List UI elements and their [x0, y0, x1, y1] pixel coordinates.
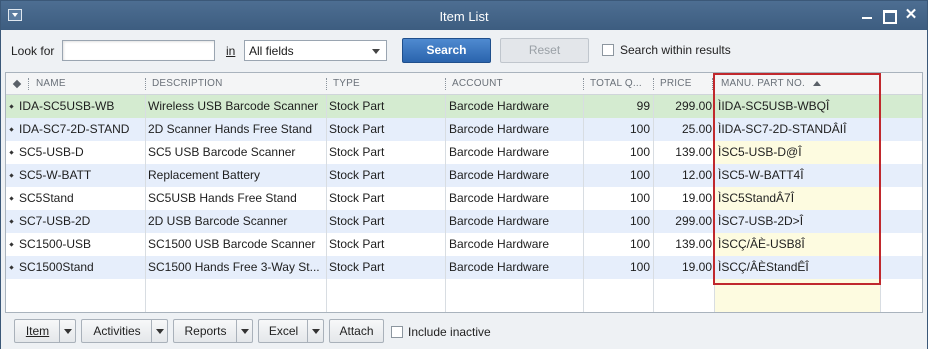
name-cell: SC5Stand [19, 191, 74, 205]
activities-menu-button[interactable]: Activities [81, 319, 168, 343]
row-bullet-icon [9, 150, 14, 155]
field-select[interactable]: All fields [244, 40, 387, 61]
item-menu-button[interactable]: Item [14, 319, 76, 343]
reports-button-label: Reports [184, 324, 227, 338]
look-for-label: Look for [11, 44, 55, 58]
excel-menu-button[interactable]: Excel [258, 319, 324, 343]
name-cell: SC1500Stand [19, 260, 94, 274]
chevron-down-icon[interactable] [59, 320, 75, 342]
price-cell: 139.00 [675, 237, 712, 251]
column-header-account[interactable]: ACCOUNT [446, 73, 580, 95]
account-cell: Barcode Hardware [449, 99, 550, 113]
qty-cell: 100 [629, 122, 650, 136]
description-cell: 2D USB Barcode Scanner [148, 214, 288, 228]
price-cell: 19.00 [681, 191, 712, 205]
price-cell: 299.00 [675, 214, 712, 228]
row-bullet-icon [9, 242, 14, 247]
name-cell: IDA-SC7-2D-STAND [19, 122, 130, 136]
qty-cell: 100 [629, 191, 650, 205]
type-cell: Stock Part [329, 168, 385, 182]
description-cell: 2D Scanner Hands Free Stand [148, 122, 313, 136]
name-cell: SC7-USB-2D [19, 214, 91, 228]
account-cell: Barcode Hardware [449, 191, 550, 205]
row-bullet-icon [9, 196, 14, 201]
type-cell: Stock Part [329, 260, 385, 274]
column-header-description[interactable]: DESCRIPTION [146, 73, 324, 95]
activities-button-label: Activities [93, 324, 141, 338]
item-button-label: Item [25, 324, 50, 338]
price-cell: 12.00 [681, 168, 712, 182]
search-toolbar: Look for in All fields Search Reset Sear… [1, 30, 927, 72]
type-cell: Stock Part [329, 237, 385, 251]
chevron-down-icon[interactable] [307, 320, 323, 342]
description-cell: Replacement Battery [148, 168, 261, 182]
search-within-results-checkbox[interactable] [602, 44, 614, 56]
attach-button[interactable]: Attach [329, 319, 384, 343]
row-bullet-icon [9, 127, 14, 132]
account-cell: Barcode Hardware [449, 214, 550, 228]
qty-cell: 100 [629, 260, 650, 274]
look-for-input[interactable] [62, 40, 215, 61]
price-cell: 25.00 [681, 122, 712, 136]
column-header-name[interactable]: NAME [30, 73, 142, 95]
qty-cell: 99 [636, 99, 650, 113]
type-cell: Stock Part [329, 99, 385, 113]
description-cell: Wireless USB Barcode Scanner [148, 99, 319, 113]
sort-diamond-icon[interactable] [12, 79, 22, 89]
qty-cell: 100 [629, 237, 650, 251]
price-cell: 299.00 [675, 99, 712, 113]
row-bullet-icon [9, 104, 14, 109]
minimize-icon[interactable] [859, 7, 875, 23]
column-header-total-qty[interactable]: TOTAL Q... [584, 73, 652, 95]
reset-button[interactable]: Reset [500, 38, 589, 63]
chevron-down-icon [372, 49, 380, 54]
price-cell: 19.00 [681, 260, 712, 274]
account-cell: Barcode Hardware [449, 260, 550, 274]
search-within-results-label: Search within results [620, 43, 731, 57]
account-cell: Barcode Hardware [449, 168, 550, 182]
search-button[interactable]: Search [402, 38, 491, 63]
chevron-down-icon[interactable] [236, 320, 252, 342]
include-inactive-label: Include inactive [408, 325, 491, 339]
price-cell: 139.00 [675, 145, 712, 159]
bottom-toolbar: Item Activities Reports Excel Attach Inc… [1, 313, 927, 349]
highlight-box [713, 73, 881, 285]
row-bullet-icon [9, 173, 14, 178]
name-cell: IDA-SC5USB-WB [19, 99, 115, 113]
account-cell: Barcode Hardware [449, 145, 550, 159]
name-cell: SC5-W-BATT [19, 168, 92, 182]
type-cell: Stock Part [329, 122, 385, 136]
chevron-down-icon[interactable] [151, 320, 167, 342]
description-cell: SC5 USB Barcode Scanner [148, 145, 296, 159]
description-cell: SC5USB Hands Free Stand [148, 191, 297, 205]
field-select-value: All fields [249, 44, 294, 58]
in-label: in [226, 44, 236, 58]
name-cell: SC5-USB-D [19, 145, 84, 159]
description-cell: SC1500 Hands Free 3-Way St... [148, 260, 320, 274]
account-cell: Barcode Hardware [449, 122, 550, 136]
qty-cell: 100 [629, 145, 650, 159]
excel-button-label: Excel [268, 324, 299, 338]
include-inactive-checkbox[interactable] [391, 326, 403, 338]
type-cell: Stock Part [329, 191, 385, 205]
type-cell: Stock Part [329, 145, 385, 159]
column-header-type[interactable]: TYPE [327, 73, 443, 95]
name-cell: SC1500-USB [19, 237, 92, 251]
reports-menu-button[interactable]: Reports [173, 319, 253, 343]
window-title: Item List [439, 9, 489, 24]
qty-cell: 100 [629, 168, 650, 182]
qty-cell: 100 [629, 214, 650, 228]
description-cell: SC1500 USB Barcode Scanner [148, 237, 316, 251]
maximize-icon[interactable] [881, 7, 897, 24]
account-cell: Barcode Hardware [449, 237, 550, 251]
item-list-window: Item List ✕ Look for in All fields Searc… [0, 0, 928, 349]
row-bullet-icon [9, 265, 14, 270]
type-cell: Stock Part [329, 214, 385, 228]
title-bar: Item List ✕ [1, 1, 927, 30]
row-bullet-icon [9, 219, 14, 224]
close-icon[interactable]: ✕ [903, 7, 919, 23]
column-header-price[interactable]: PRICE [654, 73, 710, 95]
